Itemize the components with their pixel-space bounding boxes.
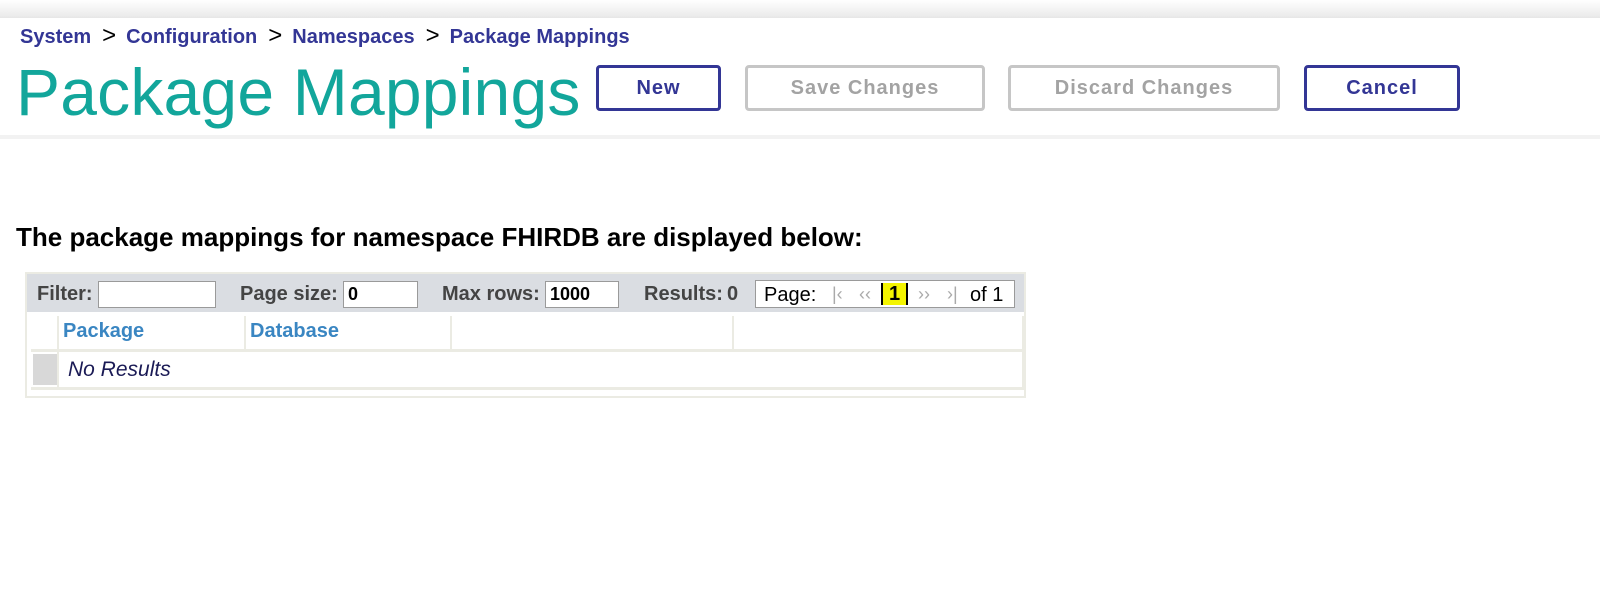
max-rows-label: Max rows: bbox=[442, 283, 540, 305]
empty-results-message: No Results bbox=[68, 358, 171, 381]
current-page[interactable]: 1 bbox=[881, 283, 909, 305]
cancel-button[interactable]: Cancel bbox=[1304, 65, 1460, 111]
last-page-icon[interactable]: ›| bbox=[947, 284, 958, 305]
breadcrumb: System > Configuration > Namespaces > Pa… bbox=[20, 22, 630, 50]
results-label: Results: bbox=[644, 283, 723, 305]
table-header-row: Package Database bbox=[31, 316, 1024, 352]
column-header-3 bbox=[452, 316, 734, 349]
section-description: The package mappings for namespace FHIRD… bbox=[16, 222, 863, 252]
column-header-package[interactable]: Package bbox=[59, 316, 246, 349]
page-header: System > Configuration > Namespaces > Pa… bbox=[0, 18, 1600, 139]
page-size-label: Page size: bbox=[240, 283, 338, 305]
max-rows-input[interactable]: 1000 bbox=[545, 281, 619, 308]
save-changes-button[interactable]: Save Changes bbox=[745, 65, 985, 111]
discard-changes-button[interactable]: Discard Changes bbox=[1008, 65, 1280, 111]
top-bar bbox=[0, 0, 1600, 18]
row-number-header bbox=[31, 316, 59, 349]
breadcrumb-package-mappings[interactable]: Package Mappings bbox=[450, 26, 630, 49]
breadcrumb-system[interactable]: System bbox=[20, 26, 91, 49]
breadcrumb-separator: > bbox=[425, 22, 440, 49]
previous-page-icon[interactable]: ‹‹ bbox=[859, 284, 871, 305]
pager: Page: |‹ ‹‹ 1 ›› ›| of 1 bbox=[755, 280, 1015, 308]
breadcrumb-configuration[interactable]: Configuration bbox=[126, 26, 257, 49]
filter-label: Filter: bbox=[37, 283, 93, 305]
breadcrumb-separator: > bbox=[268, 22, 283, 49]
column-header-database[interactable]: Database bbox=[246, 316, 452, 349]
package-mappings-table: Filter: Page size: 0 Max rows: 1000 Resu… bbox=[25, 272, 1026, 398]
filter-input[interactable] bbox=[98, 281, 216, 308]
table-toolbar: Filter: Page size: 0 Max rows: 1000 Resu… bbox=[27, 274, 1024, 312]
column-divider bbox=[57, 316, 59, 390]
new-button[interactable]: New bbox=[596, 65, 721, 111]
pager-label: Page: bbox=[764, 284, 817, 306]
page-count: of 1 bbox=[970, 284, 1004, 306]
breadcrumb-separator: > bbox=[102, 22, 117, 49]
row-divider bbox=[31, 387, 1024, 390]
column-header-4 bbox=[734, 316, 1024, 349]
row-number-cell bbox=[33, 354, 57, 385]
page-size-input[interactable]: 0 bbox=[343, 281, 418, 308]
breadcrumb-namespaces[interactable]: Namespaces bbox=[292, 26, 414, 49]
next-page-icon[interactable]: ›› bbox=[918, 284, 930, 305]
results-count: 0 bbox=[727, 283, 739, 305]
page-title: Package Mappings bbox=[16, 55, 581, 129]
first-page-icon[interactable]: |‹ bbox=[832, 284, 843, 305]
column-divider bbox=[1022, 316, 1024, 390]
